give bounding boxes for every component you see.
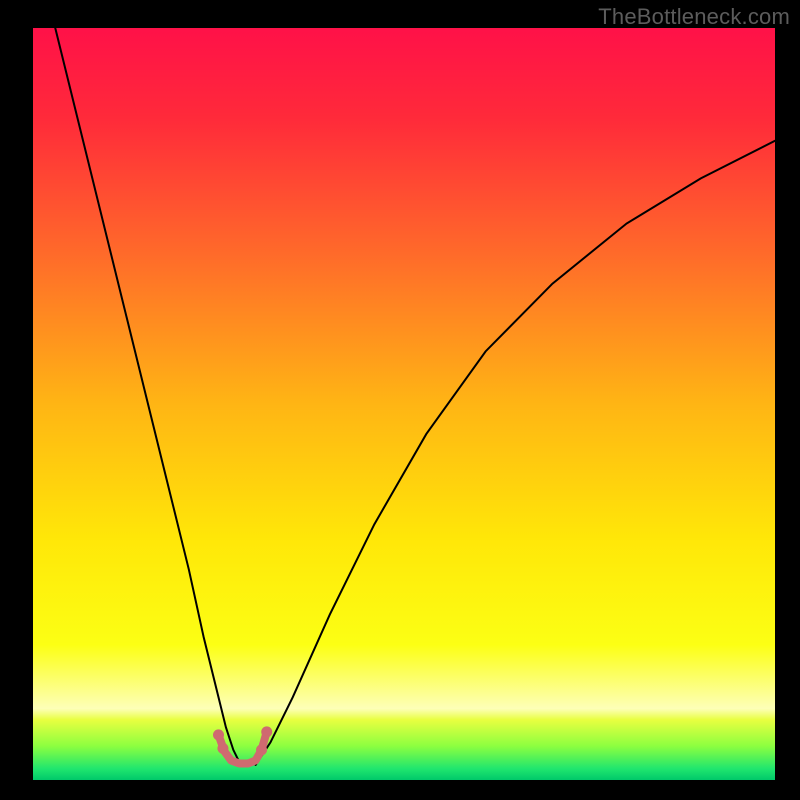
chart-stage: TheBottleneck.com [0, 0, 800, 800]
plot-background [33, 28, 775, 780]
pink-marker [213, 729, 224, 740]
pink-marker [256, 744, 267, 755]
bottleneck-chart [0, 0, 800, 800]
pink-marker [261, 726, 272, 737]
watermark-text: TheBottleneck.com [598, 4, 790, 30]
pink-marker [217, 743, 228, 754]
